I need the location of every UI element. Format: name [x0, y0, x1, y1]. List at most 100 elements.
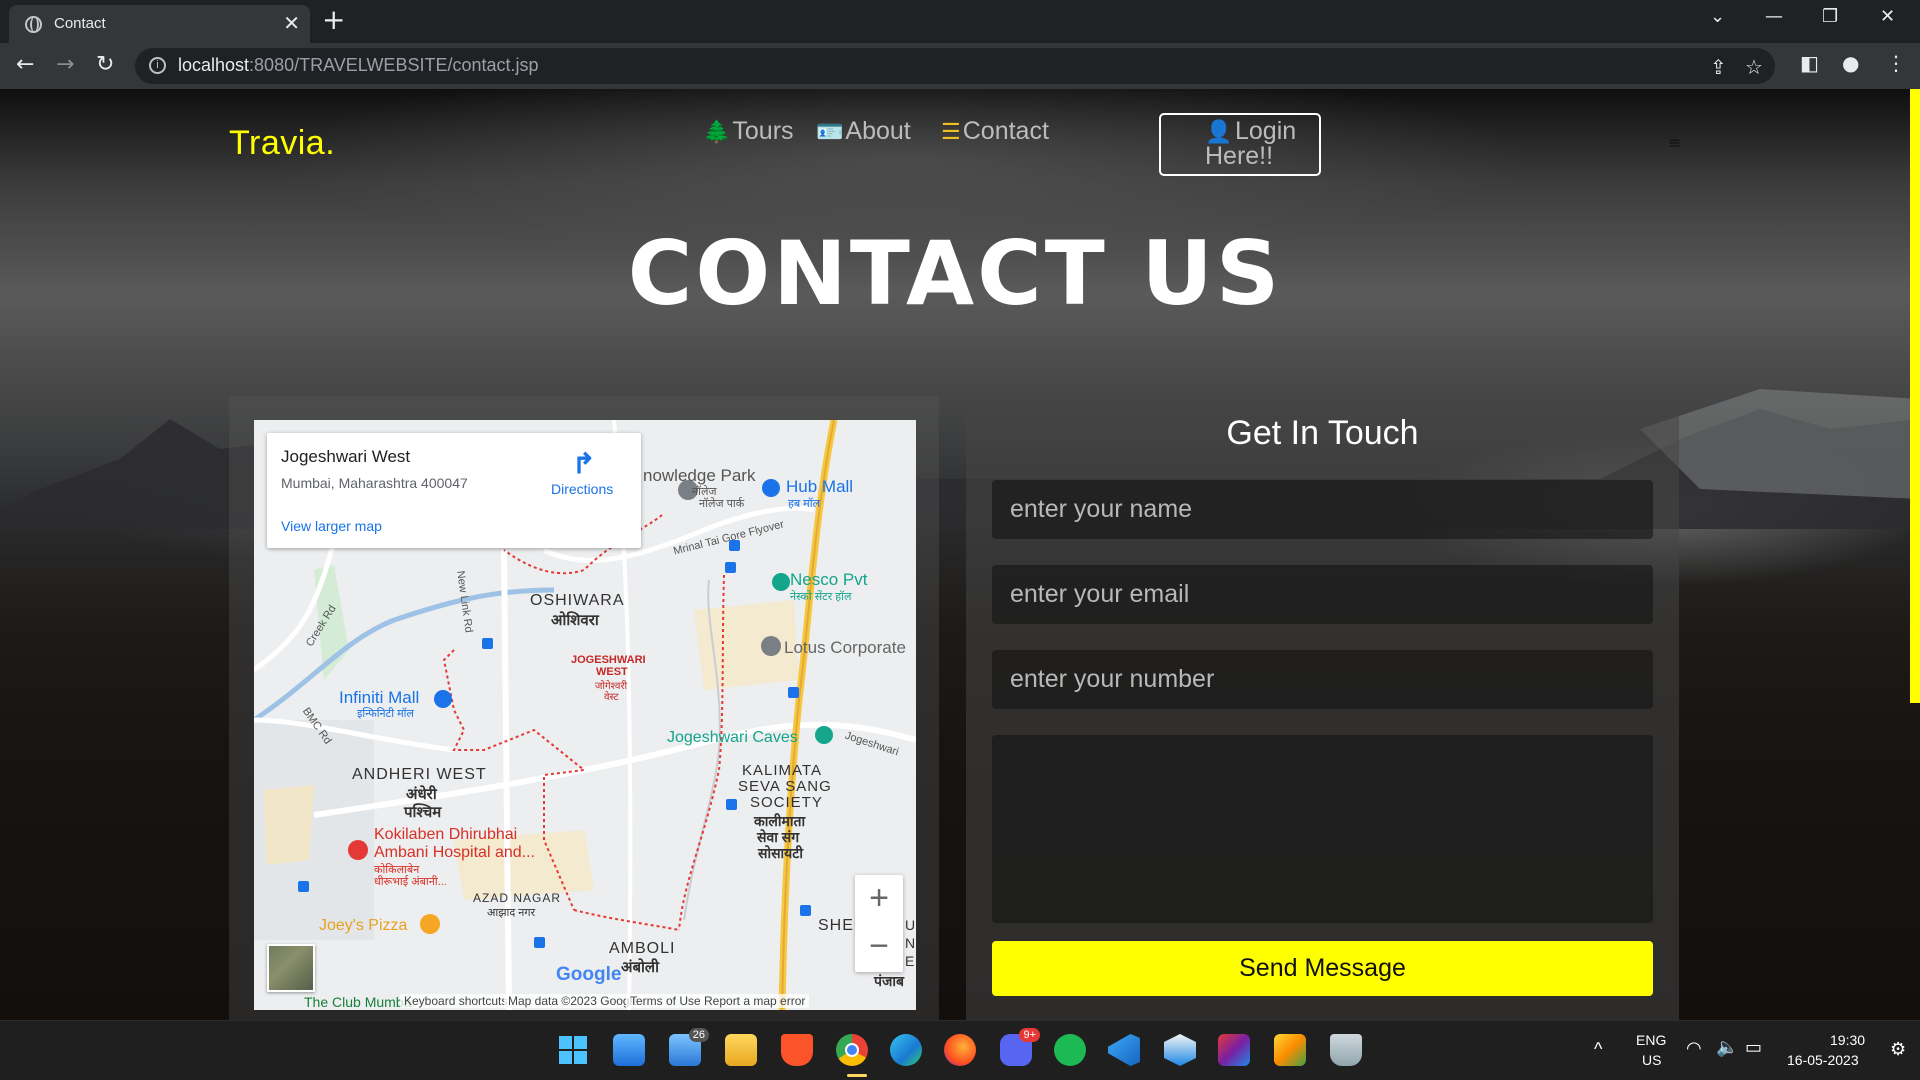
map-label-kokilaben-hi2: धीरूभाई अंबानी... [374, 876, 447, 888]
satellite-toggle[interactable] [267, 944, 315, 992]
map-label-infiniti-mall[interactable]: Infiniti Mall [339, 688, 419, 708]
volume-icon[interactable]: 🔈 [1716, 1037, 1738, 1058]
virtualbox-icon[interactable] [1164, 1034, 1196, 1066]
spotify-icon[interactable] [1054, 1034, 1086, 1066]
hamburger-icon[interactable]: ≡ [1668, 133, 1681, 152]
map-label-lotus[interactable]: Lotus Corporate [784, 638, 906, 658]
tray-chevron-icon[interactable]: ^ [1594, 1039, 1602, 1060]
windows-start-icon[interactable] [557, 1034, 589, 1066]
reload-icon[interactable]: ↻ [96, 52, 114, 77]
map-place-card: Jogeshwari West Mumbai, Maharashtra 4000… [267, 433, 641, 548]
keyboard-shortcuts-link[interactable]: Keyboard shortcuts [400, 994, 512, 1008]
brave-icon[interactable] [781, 1034, 813, 1066]
message-textarea[interactable] [992, 735, 1653, 923]
map-label-right-u: U [905, 917, 916, 933]
terms-of-use-link[interactable]: Terms of Use [626, 994, 705, 1008]
directions-icon[interactable]: ↱ [572, 447, 595, 480]
tree-icon: 🌲 [703, 119, 731, 144]
restore-icon[interactable]: ❐ [1822, 6, 1838, 27]
page-scrollbar[interactable] [1910, 89, 1920, 703]
map-label-knowledge-park: nowledge Park [643, 466, 756, 485]
email-input[interactable] [992, 565, 1653, 624]
nav-about[interactable]: 🪪About [816, 117, 911, 146]
map-label-kalimata-hi3: सोसायटी [758, 845, 803, 861]
profile-icon[interactable]: ● [1842, 51, 1859, 75]
globe-icon [25, 16, 42, 33]
login-button[interactable]: 👤 Login Here!! [1159, 113, 1321, 176]
side-panel-icon[interactable]: ◧ [1800, 51, 1819, 75]
map-place-address: Mumbai, Maharashtra 400047 [281, 475, 468, 491]
map-label-nesco-hi: नेस्को सेंटर हॉल [790, 591, 852, 603]
map-label-hub-mall[interactable]: Hub Mall [786, 477, 853, 497]
address-bar[interactable]: i localhost:8080/TRAVELWEBSITE/contact.j… [135, 48, 1775, 84]
map-label-kalimata-1: KALIMATA [742, 762, 822, 779]
browser-tab[interactable]: Contact ✕ [9, 5, 310, 43]
map-data-text: Map data ©2023 Google [504, 994, 643, 1008]
number-input[interactable] [992, 650, 1653, 709]
firefox-icon[interactable] [944, 1034, 976, 1066]
google-logo: Google [556, 964, 622, 985]
winrar-icon[interactable] [1218, 1034, 1250, 1066]
send-message-button[interactable]: Send Message [992, 941, 1653, 996]
discord-icon[interactable]: 9+ [1000, 1028, 1040, 1066]
map-label-oshiwara-hi: ओशिवरा [551, 612, 599, 629]
url-text[interactable]: localhost:8080/TRAVELWEBSITE/contact.jsp [178, 55, 539, 76]
map-label-punjab: पंजाब [874, 973, 904, 989]
language-us[interactable]: US [1642, 1052, 1661, 1068]
menu-kebab-icon[interactable]: ⋮ [1886, 51, 1906, 75]
share-icon[interactable]: ⇪ [1710, 55, 1727, 79]
map-label-andheri-hi: अंधेरी [406, 786, 437, 803]
close-window-icon[interactable]: ✕ [1880, 6, 1895, 27]
map-label-azad-hi: आझाद नगर [487, 907, 536, 919]
map-label-kokilaben-1[interactable]: Kokilaben Dhirubhai [374, 826, 517, 844]
map-place-title: Jogeshwari West [281, 447, 411, 466]
wifi-icon[interactable]: ◠ [1686, 1038, 1702, 1059]
zoom-in-button[interactable]: + [855, 875, 903, 923]
map-zoom-control: + − [855, 875, 903, 972]
map-label-jogeshwari: JOGESHWARI [571, 654, 646, 666]
database-icon[interactable] [1330, 1034, 1362, 1066]
language-eng[interactable]: ENG [1636, 1032, 1666, 1048]
map-label-she: SHE [818, 917, 854, 934]
map-label-jogeshwari-caves[interactable]: Jogeshwari Caves [667, 729, 798, 747]
notification-icon[interactable]: ⚙ [1890, 1039, 1906, 1060]
clock-date[interactable]: 16-05-2023 [1787, 1052, 1859, 1068]
vscode-icon[interactable] [1108, 1034, 1140, 1066]
map-label-kokilaben-2[interactable]: Ambani Hospital and... [374, 844, 535, 862]
new-tab-icon[interactable]: + [322, 3, 345, 36]
desktop-icon[interactable] [613, 1034, 645, 1066]
map-label-joeys-pizza[interactable]: Joey's Pizza [319, 917, 407, 935]
list-icon: ☰ [941, 119, 961, 144]
embedded-map[interactable]: nowledge Park नॉलेज नॉलेज पार्क Hub Mall… [254, 420, 916, 1010]
forward-icon[interactable]: → [56, 52, 74, 77]
name-input[interactable] [992, 480, 1653, 539]
edge-icon[interactable] [890, 1034, 922, 1066]
report-map-error-link[interactable]: Report a map error [700, 994, 810, 1008]
form-title: Get In Touch [1226, 414, 1419, 452]
site-logo[interactable]: Travia. [229, 124, 335, 163]
file-explorer-icon[interactable] [725, 1034, 757, 1066]
nav-contact[interactable]: ☰Contact [941, 117, 1049, 146]
minimize-icon[interactable]: — [1765, 6, 1783, 27]
directions-link[interactable]: Directions [551, 481, 613, 497]
tab-search-icon[interactable]: ⌄ [1710, 6, 1725, 27]
battery-icon[interactable]: ▭ [1745, 1037, 1762, 1058]
id-card-icon: 🪪 [816, 119, 844, 144]
nav-contact-label: Contact [962, 117, 1049, 145]
tab-close-icon[interactable]: ✕ [283, 11, 300, 35]
chrome-icon[interactable] [836, 1034, 868, 1066]
add-user-icon: 👤 [1205, 119, 1233, 144]
clock-time[interactable]: 19:30 [1830, 1032, 1865, 1048]
zoom-out-button[interactable]: − [855, 923, 903, 971]
mail-icon[interactable]: 26 [669, 1028, 709, 1066]
view-larger-map-link[interactable]: View larger map [281, 518, 382, 534]
map-label-andheri-west: ANDHERI WEST [352, 766, 487, 783]
map-label-azad-nagar: AZAD NAGAR [473, 891, 562, 905]
xampp-icon[interactable] [1274, 1034, 1306, 1066]
info-icon[interactable]: i [149, 57, 166, 74]
bookmark-star-icon[interactable]: ☆ [1745, 55, 1763, 79]
map-label-nesco[interactable]: Nesco Pvt [790, 570, 867, 590]
back-icon[interactable]: ← [16, 52, 34, 77]
nav-tours[interactable]: 🌲Tours [703, 117, 794, 146]
map-label-kalimata-3: SOCIETY [750, 794, 823, 811]
